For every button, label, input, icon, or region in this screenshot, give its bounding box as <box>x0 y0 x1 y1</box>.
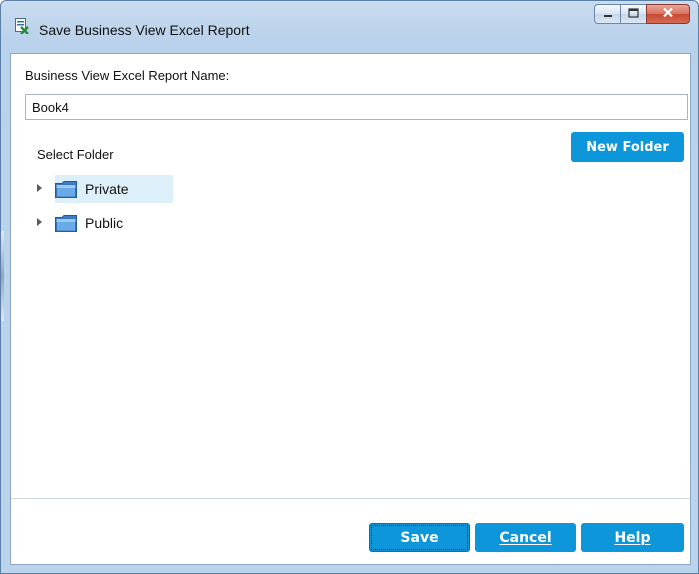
help-button-label: Help <box>614 529 651 546</box>
select-folder-label: Select Folder <box>37 147 114 162</box>
dialog-window: Save Business View Excel Report Business… <box>0 0 699 574</box>
window-title: Save Business View Excel Report <box>39 22 250 38</box>
close-icon <box>662 5 674 23</box>
save-button-label: Save <box>400 529 439 546</box>
report-name-input[interactable] <box>25 94 688 120</box>
tree-item-public[interactable]: Public <box>37 209 177 237</box>
new-folder-button[interactable]: New Folder <box>571 132 684 162</box>
cancel-button[interactable]: Cancel <box>475 523 576 552</box>
report-name-label: Business View Excel Report Name: <box>25 68 230 83</box>
cancel-button-label: Cancel <box>499 529 552 546</box>
help-button[interactable]: Help <box>581 523 684 552</box>
maximize-icon <box>628 5 639 23</box>
window-edge <box>1 231 4 321</box>
save-button[interactable]: Save <box>369 523 470 552</box>
footer-separator <box>11 498 690 499</box>
dialog-content <box>10 53 691 565</box>
maximize-button[interactable] <box>620 4 646 24</box>
report-icon <box>15 18 29 35</box>
title-bar[interactable]: Save Business View Excel Report <box>1 1 698 45</box>
tree-item-label: Public <box>85 215 124 231</box>
minimize-icon <box>603 5 613 23</box>
minimize-button[interactable] <box>594 4 620 24</box>
collapsed-arrow-icon[interactable] <box>37 184 42 192</box>
collapsed-arrow-icon[interactable] <box>37 218 42 226</box>
tree-item-label: Private <box>85 181 129 197</box>
folder-icon <box>55 181 77 198</box>
caption-buttons <box>594 4 690 24</box>
folder-icon <box>55 215 77 232</box>
tree-item-private[interactable]: Private <box>37 175 177 203</box>
close-button[interactable] <box>646 4 690 24</box>
